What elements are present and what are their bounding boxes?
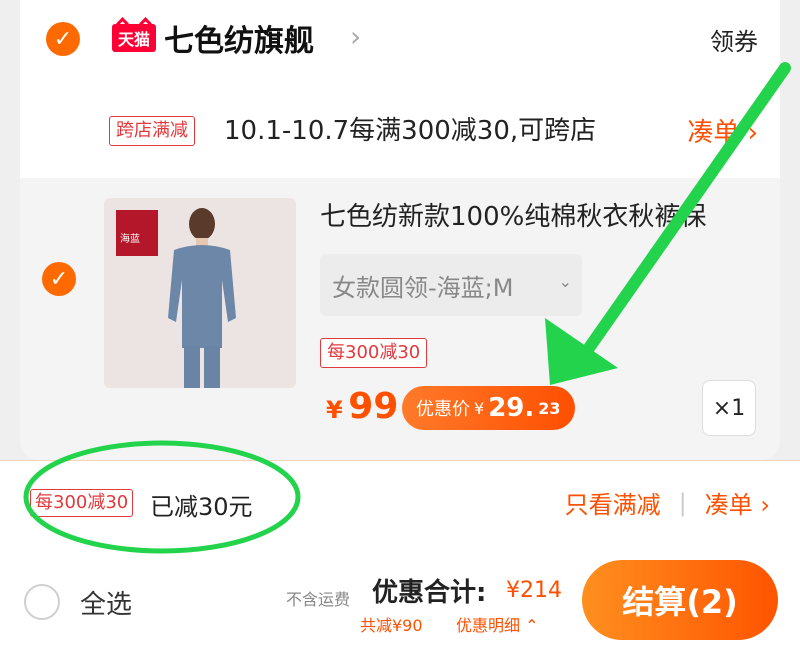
item-promo-tag: 每300减30 — [320, 338, 428, 368]
promotion-text: 10.1-10.7每满300减30,可跨店 — [224, 116, 597, 146]
chevron-right-icon[interactable]: › — [350, 20, 361, 53]
checkout-bar: 全选 不含运费 优惠合计: ¥214 共减¥90 优惠明细 ⌃ 结算(2) — [0, 544, 800, 656]
total-value: ¥214 — [506, 578, 562, 603]
promo-price-currency: ¥ — [474, 398, 485, 418]
chevron-up-icon: ⌃ — [525, 616, 539, 635]
summary-discount-text: 已减30元 — [150, 493, 253, 521]
variant-label: 女款圆领-海蓝;M — [332, 273, 514, 302]
promotion-row: 跨店满减 10.1-10.7每满300减30,可跨店 凑单 › — [20, 100, 780, 160]
price-currency: ¥ — [326, 396, 343, 424]
product-thumbnail[interactable]: 海蓝 — [104, 198, 296, 388]
variant-selector[interactable]: 女款圆领-海蓝;M ⌄ — [320, 254, 582, 316]
promotion-add-on-link[interactable]: 凑单 › — [687, 112, 758, 149]
price-value: 99 — [348, 386, 399, 427]
total-savings: 共减¥90 — [360, 616, 423, 635]
cart-item: ✓ 海蓝 七色纺新款100%纯棉秋衣秋裤保 女款圆领-海蓝;M ⌄ 每300减3… — [20, 178, 780, 460]
summary-promo-tag: 每300减30 — [30, 489, 134, 517]
tmall-logo: 天猫 — [112, 24, 156, 52]
store-card: ✓ 天猫 七色纺旗舰 › 领券 跨店满减 10.1-10.7每满300减30,可… — [20, 0, 780, 460]
filter-discount-only-button[interactable]: 只看满减 — [565, 485, 661, 520]
product-title[interactable]: 七色纺新款100%纯棉秋衣秋裤保 — [320, 196, 706, 233]
discount-details-button[interactable]: 优惠明细 ⌃ — [456, 612, 539, 636]
promotion-tag: 跨店满减 — [109, 116, 195, 146]
chevron-right-icon: › — [760, 491, 770, 519]
quantity-button[interactable]: ×1 — [702, 380, 756, 436]
checkout-button[interactable]: 结算(2) — [582, 560, 778, 640]
coupon-button[interactable]: 领券 — [710, 22, 758, 57]
summary-add-on-label: 凑单 — [704, 491, 753, 519]
discount-summary-bar: 每300减30 已减30元 只看满减 | 凑单 › — [0, 460, 800, 545]
promo-price-label: 优惠价 — [416, 399, 470, 420]
divider: | — [678, 488, 687, 517]
summary-actions: 只看满减 | 凑单 › — [565, 485, 770, 520]
promotion-add-on-label: 凑单 — [687, 118, 740, 148]
item-check-icon[interactable]: ✓ — [42, 262, 76, 296]
chevron-right-icon: › — [747, 118, 758, 148]
select-all-radio[interactable] — [24, 584, 60, 620]
discount-details-label: 优惠明细 — [456, 616, 521, 635]
promo-price-decimal: 23 — [538, 398, 561, 418]
store-check-icon[interactable]: ✓ — [46, 22, 80, 56]
store-header: ✓ 天猫 七色纺旗舰 › 领券 — [20, 0, 780, 80]
chevron-down-icon: ⌄ — [558, 272, 572, 291]
select-all-label[interactable]: 全选 — [80, 584, 132, 621]
shipping-note: 不含运费 — [286, 590, 351, 609]
model-illustration — [168, 208, 236, 388]
promo-price-badge: 优惠价 ¥ 29. 23 — [402, 386, 575, 430]
item-price: ¥ 99 — [326, 386, 398, 427]
promo-price-integer: 29. — [488, 393, 535, 423]
summary-add-on-link[interactable]: 凑单 › — [705, 485, 770, 520]
store-name[interactable]: 七色纺旗舰 — [164, 16, 314, 60]
total-label: 优惠合计: — [372, 578, 487, 608]
